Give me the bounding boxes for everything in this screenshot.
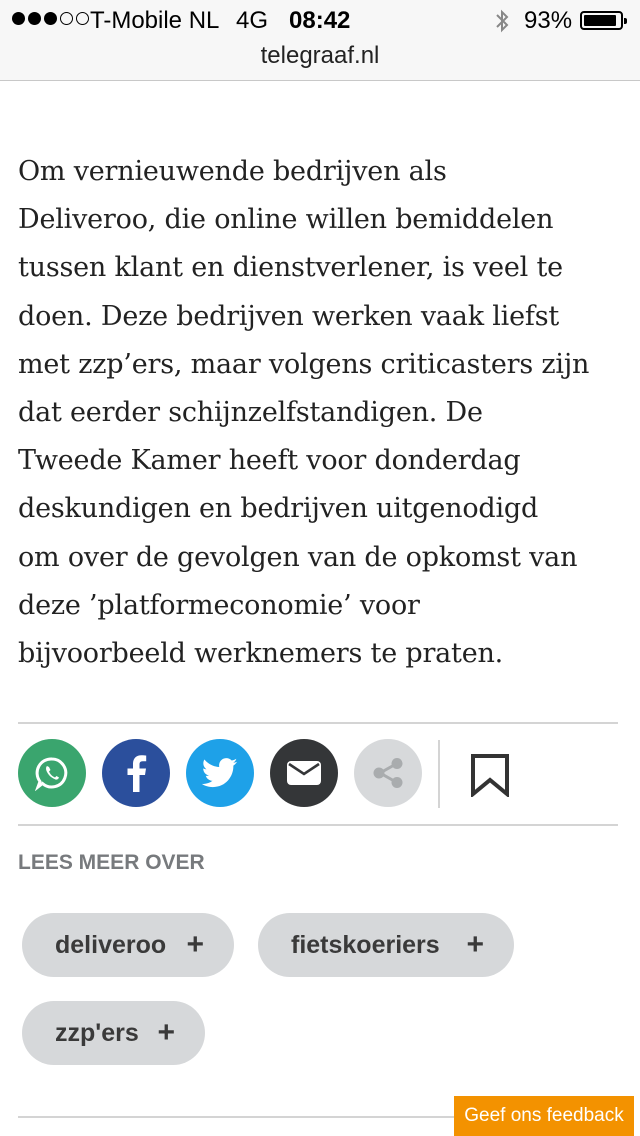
facebook-icon [124,754,148,792]
carrier-name: T-Mobile NL [90,7,220,34]
tag-label: deliveroo [55,930,167,959]
facebook-share-button[interactable] [102,739,170,807]
bookmark-button[interactable] [470,753,510,802]
whatsapp-icon [34,755,70,791]
related-heading: LEES MEER OVER [18,851,205,874]
network-type: 4G [236,7,269,34]
battery-icon [580,11,627,30]
article-line: Om vernieuwende bedrijven als [18,156,447,187]
tag-label: fietskoeriers [291,930,440,959]
article-paragraph: Om vernieuwende bedrijven als Deliveroo,… [18,148,624,678]
article-line: Tweede Kamer heeft voor donderdag [18,445,521,477]
feedback-button[interactable]: Geef ons feedback [454,1096,634,1136]
article-line: Deliveroo, die online willen bemiddelen [18,204,554,236]
share-bar [18,739,618,809]
url-bar[interactable]: telegraaf.nl [0,42,640,70]
article-line: tussen klant en dienstverlener, is veel … [18,252,563,284]
top-bar: T-Mobile NL 4G 08:42 93% telegraaf.nl [0,0,640,81]
bluetooth-icon [494,8,510,41]
tag-zzpers[interactable]: zzp'ers + [22,1001,205,1065]
more-share-button[interactable] [354,739,422,807]
article-line: bijvoorbeeld werknemers te praten. [18,638,504,670]
whatsapp-share-button[interactable] [18,739,86,807]
plus-icon: + [186,928,204,961]
article-line: deskundigen en bedrijven uitgenodigd [18,493,539,525]
bookmark-icon [470,754,510,801]
status-bar: T-Mobile NL 4G 08:42 93% [0,0,640,42]
article-line: dat eerder schijnzelfstandigen. De [18,397,483,429]
clock: 08:42 [289,7,351,34]
tag-deliveroo[interactable]: deliveroo + [22,913,234,977]
twitter-icon [202,758,238,788]
tag-label: zzp'ers [55,1018,139,1047]
plus-icon: + [466,928,484,961]
divider [18,824,618,826]
share-icon [371,757,405,789]
signal-strength-icon [12,12,89,25]
mail-icon [286,760,322,786]
divider [18,722,618,724]
article-line: doen. Deze bedrijven werken vaak liefst [18,300,559,332]
article-line: met zzp’ers, maar volgens criticasters z… [18,348,590,380]
plus-icon: + [157,1016,175,1049]
article-line: om over de gevolgen van de opkomst van [18,541,578,573]
share-separator [438,740,440,808]
article-line: deze ’platformeconomie’ voor [18,589,420,621]
mail-share-button[interactable] [270,739,338,807]
tag-fietskoeriers[interactable]: fietskoeriers + [258,913,514,977]
battery-percent: 93% [524,7,573,34]
twitter-share-button[interactable] [186,739,254,807]
